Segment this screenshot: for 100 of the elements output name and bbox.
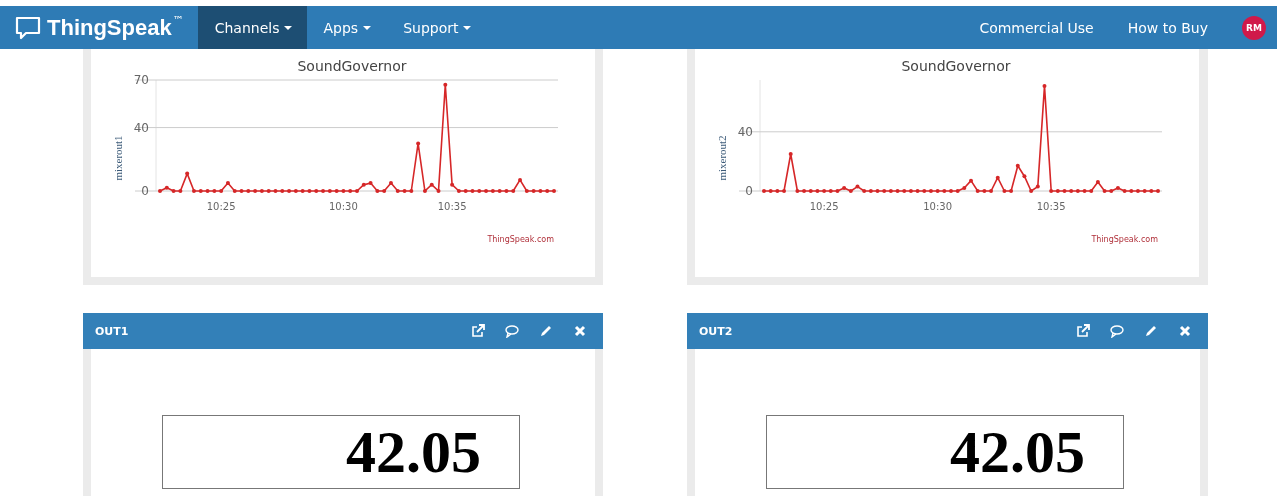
data-point [1002,189,1007,193]
nav-link[interactable]: Commercial Use [979,6,1094,49]
data-point [782,189,787,193]
nav-menu[interactable]: Apps [307,6,388,49]
data-point [212,189,217,193]
data-point [185,171,190,176]
data-point [962,186,967,191]
external-link-icon[interactable] [471,324,485,338]
axis-tick-label: 0 [745,184,753,198]
data-point [246,189,251,193]
data-point [989,189,994,193]
data-point [300,189,305,193]
close-icon[interactable] [573,324,587,338]
data-point [280,189,285,193]
axis-tick-label: 10:25 [809,201,839,212]
data-point [545,189,550,193]
data-point [875,189,880,193]
data-point [497,189,502,193]
data-point [463,189,468,193]
data-point [382,189,387,193]
credit-link[interactable]: ThingSpeak.com [1091,235,1158,244]
data-point [1022,174,1027,179]
value-display: 42.05 [162,415,520,489]
data-point [1082,189,1087,193]
caret-icon [284,25,293,30]
axis-tick-label: 10:35 [437,201,467,212]
data-point [768,189,773,193]
data-point [368,181,373,186]
data-point [518,177,523,182]
data-point [1042,83,1047,88]
data-point [1156,189,1160,193]
speech-bubble-icon[interactable] [505,324,519,338]
data-point [443,82,448,87]
data-point [895,189,900,193]
data-point [178,189,183,193]
data-point [436,189,441,193]
data-point [416,141,421,146]
data-point [409,189,414,193]
data-point [788,152,793,156]
data-point [955,189,960,193]
data-point [477,189,482,193]
data-point [225,181,230,186]
data-point [1095,180,1100,185]
data-point [1089,189,1094,193]
data-point [273,189,278,193]
chart-title: SoundGovernor [901,58,1011,74]
data-point [995,175,1000,180]
data-point [219,189,224,193]
data-point [191,189,196,193]
data-point [171,189,176,193]
data-point [232,189,237,193]
data-point [422,189,427,193]
chart-title: SoundGovernor [297,58,407,74]
data-point [511,189,516,193]
data-point [198,189,203,193]
data-point [429,182,434,187]
data-point [341,189,346,193]
data-point [915,189,920,193]
data-point [402,189,407,193]
data-point [375,189,380,193]
data-point [1142,189,1147,193]
data-point [314,189,319,193]
user-avatar[interactable]: RM [1242,15,1266,40]
axis-tick-label: 10:30 [329,201,358,212]
data-point [942,189,947,193]
data-point [935,189,940,193]
data-point [982,189,987,193]
data-point [1009,189,1014,193]
nav-link[interactable]: How to Buy [1127,6,1208,49]
data-point [1015,163,1020,168]
data-point [855,184,860,189]
data-point [470,189,475,193]
nav-menu[interactable]: Channels [197,6,308,49]
data-point [949,189,953,193]
close-icon[interactable] [1178,324,1192,338]
speech-bubble-icon[interactable] [1110,324,1124,338]
brand-name[interactable]: ThingSpeak [47,14,172,41]
external-link-icon[interactable] [1076,324,1090,338]
pencil-icon[interactable] [1144,324,1158,338]
data-point [552,189,556,193]
data-point [1062,189,1067,193]
data-point [975,189,980,193]
data-point [395,189,400,193]
data-point [815,189,820,193]
nav-menu[interactable]: Support [387,6,488,49]
data-point [1149,189,1154,193]
data-point [388,181,393,186]
pencil-icon[interactable] [539,324,553,338]
data-point [1122,189,1127,193]
axis-tick-label: 70 [133,73,149,87]
data-point [355,189,359,193]
data-point [1102,189,1107,193]
data-point [164,185,169,190]
data-point [835,189,840,193]
data-point [456,189,461,193]
axis-tick-label: 0 [141,184,149,198]
credit-link[interactable]: ThingSpeak.com [487,235,554,244]
caret-icon [363,25,372,30]
axis-tick-label: 40 [133,120,149,135]
axis-label: mixerout2 [716,135,728,181]
